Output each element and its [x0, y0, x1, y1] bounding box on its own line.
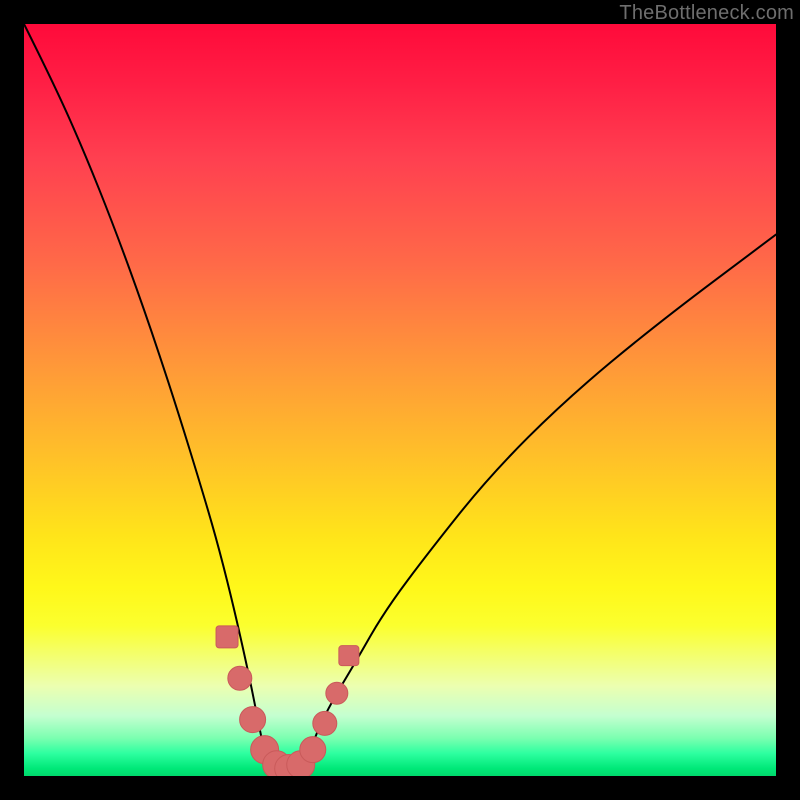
marker-1: [228, 666, 252, 690]
marker-7: [300, 737, 326, 763]
marker-0: [216, 626, 238, 648]
plot-area: [24, 24, 776, 776]
chart-svg: [24, 24, 776, 776]
watermark-text: TheBottleneck.com: [619, 2, 794, 25]
curve-right-curve: [302, 235, 776, 776]
curve-left-curve: [24, 24, 272, 776]
marker-2: [240, 707, 266, 733]
marker-10: [339, 646, 359, 666]
marker-9: [326, 682, 348, 704]
marker-8: [313, 711, 337, 735]
